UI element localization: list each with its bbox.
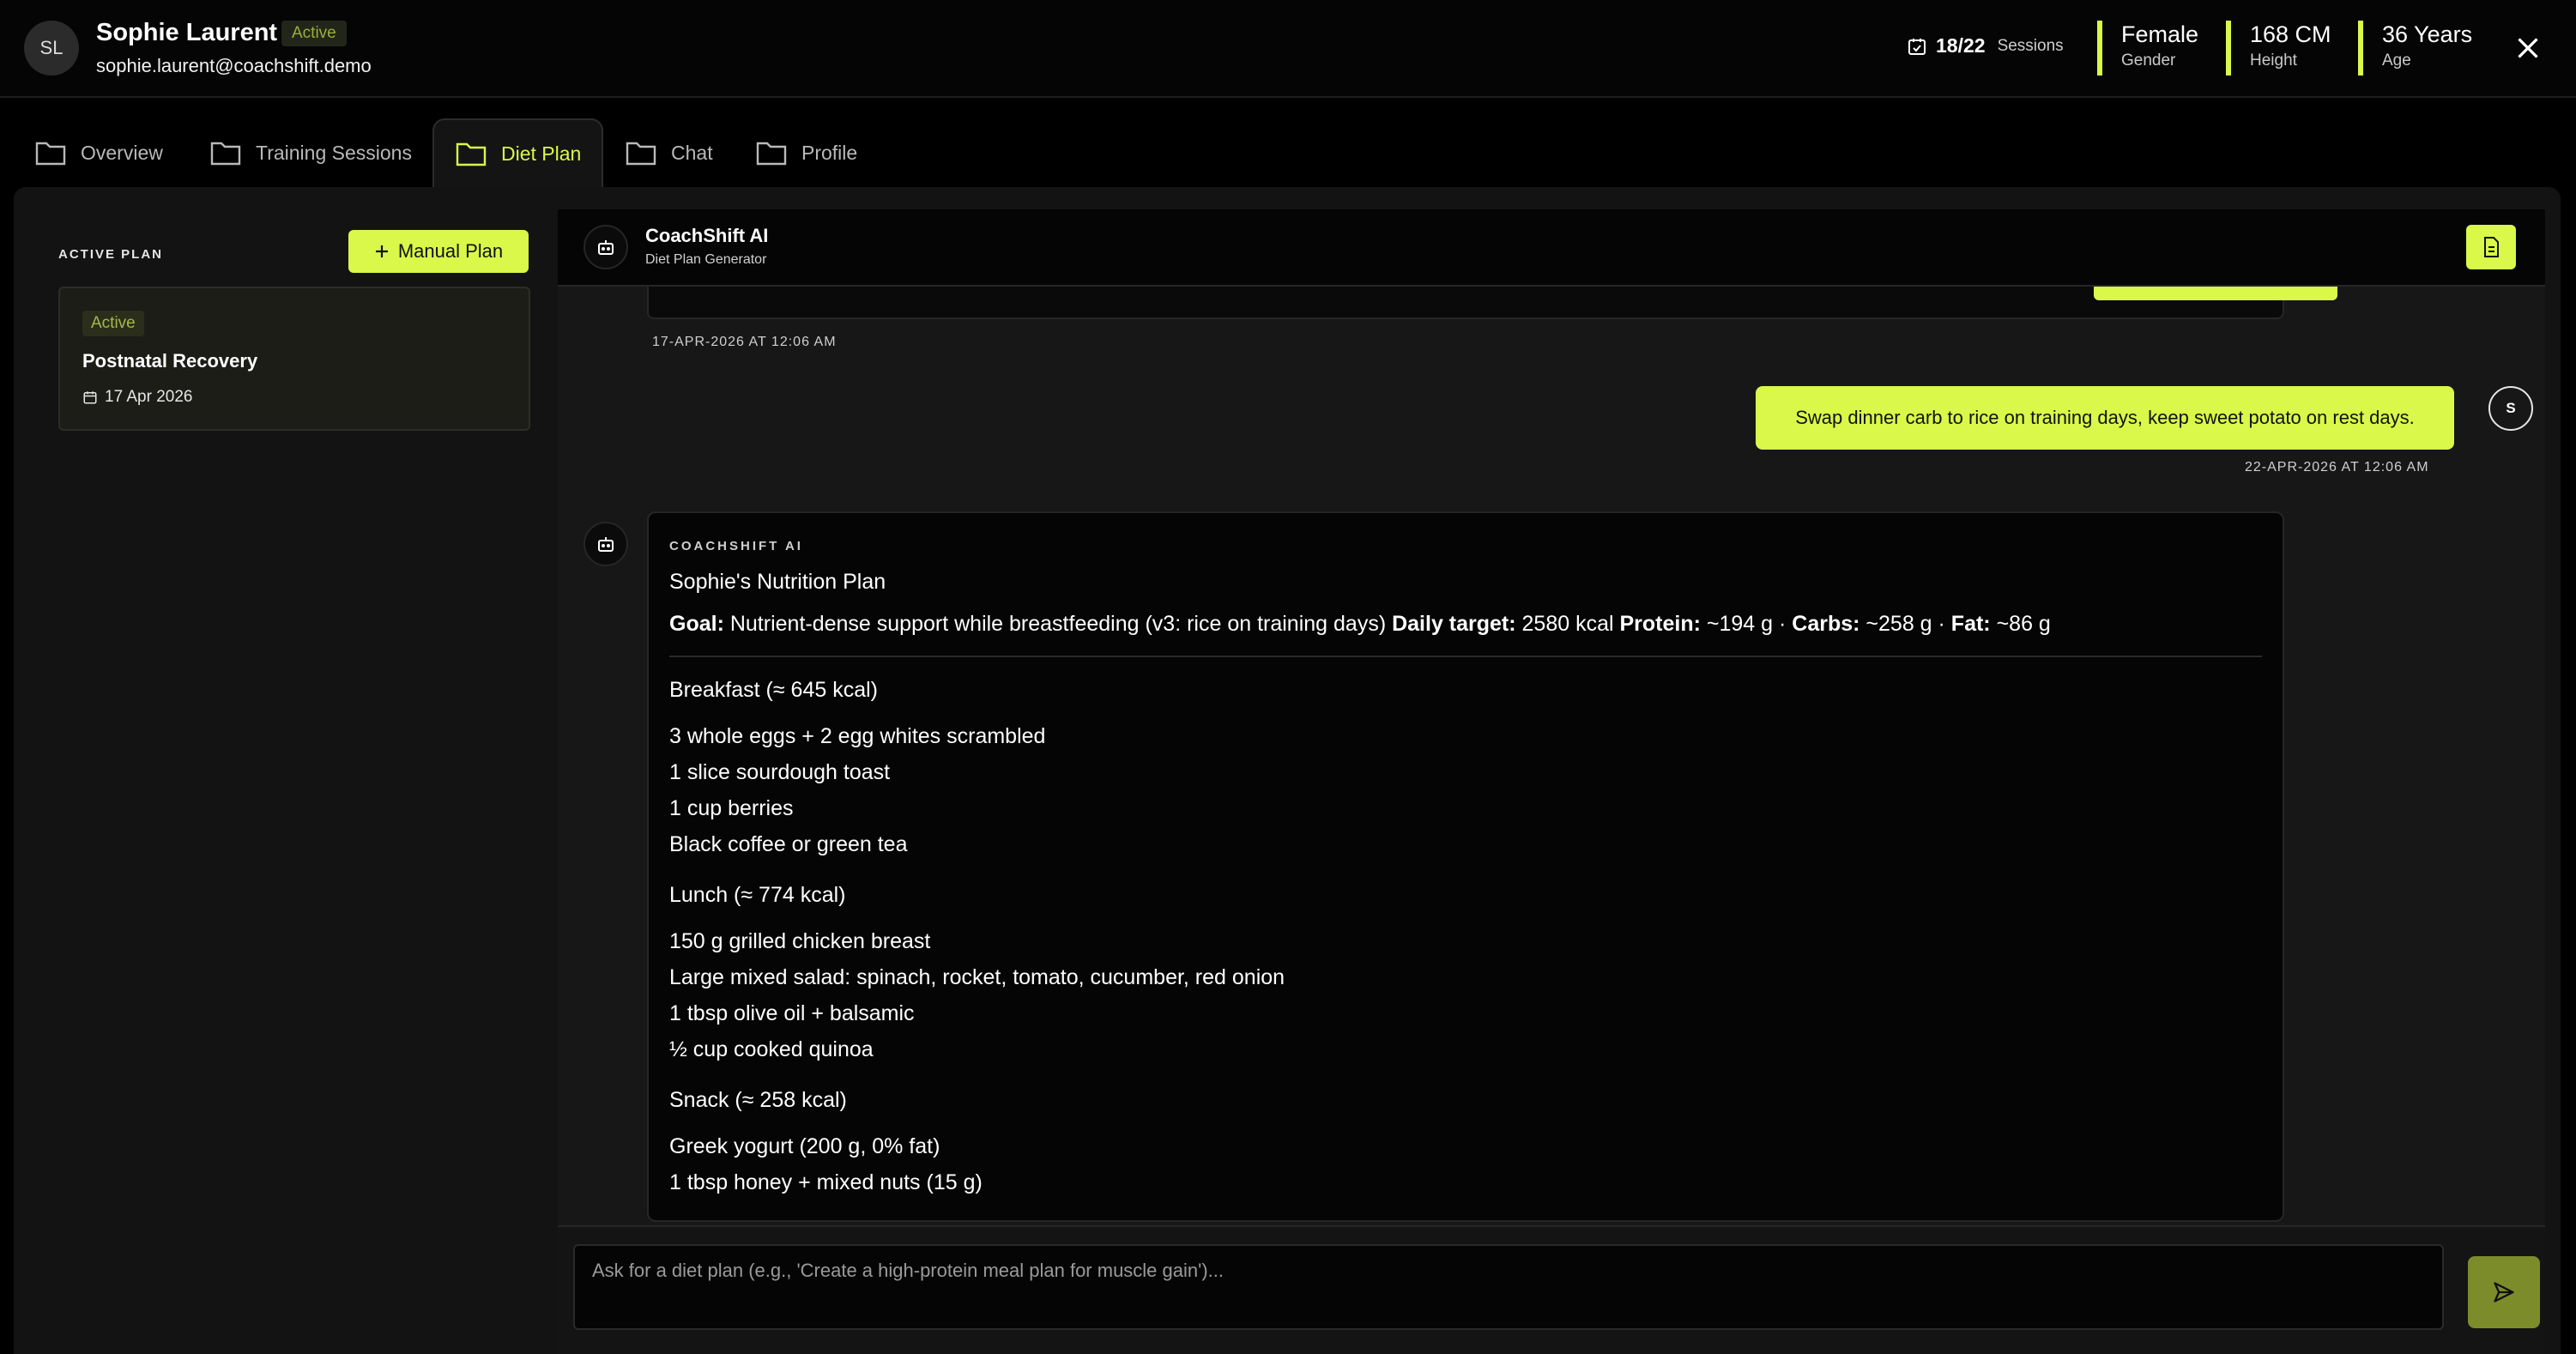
- active-plan-title: ACTIVE PLAN: [58, 247, 164, 262]
- send-icon: [2494, 1282, 2514, 1303]
- carbs-text: ~258 g ·: [1859, 612, 1951, 636]
- fat-label: Fat:: [1950, 612, 1991, 636]
- meal-item: Greek yogurt (200 g, 0% fat): [669, 1134, 940, 1158]
- meal-item: ½ cup cooked quinoa: [669, 1037, 874, 1061]
- user-email: sophie.laurent@coachshift.demo: [96, 55, 372, 76]
- meal-heading-snack: Snack (≈ 258 kcal): [669, 1088, 847, 1112]
- tab-training-sessions-label: Training Sessions: [256, 141, 412, 164]
- folder-icon: [456, 142, 487, 166]
- tab-bar: Overview Training Sessions Diet Plan Cha…: [0, 118, 2576, 187]
- meal-item: Black coffee or green tea: [669, 832, 908, 856]
- fat-text: ~86 g: [1990, 612, 2051, 636]
- chat-header: CoachShift AI Diet Plan Generator: [558, 209, 2545, 287]
- meal-heading-breakfast: Breakfast (≈ 645 kcal): [669, 678, 878, 702]
- close-icon[interactable]: [2513, 33, 2543, 63]
- ai-chat: CoachShift AI Diet Plan Generator 17-APR…: [558, 209, 2545, 1354]
- tab-overview[interactable]: Overview: [14, 118, 184, 187]
- plan-summary: Goal: Nutrient-dense support while breas…: [669, 612, 2262, 657]
- user-message: Swap dinner carb to rice on training day…: [1756, 386, 2454, 450]
- chat-header-subtitle: Diet Plan Generator: [645, 252, 767, 267]
- tab-profile-label: Profile: [801, 141, 858, 164]
- diet-plan-input[interactable]: [573, 1244, 2444, 1330]
- document-icon: [2484, 237, 2499, 257]
- calendar-icon: [1908, 38, 1926, 55]
- carbs-label: Carbs:: [1792, 612, 1860, 636]
- profile-header: SL Sophie Laurent Active sophie.laurent@…: [0, 0, 2576, 98]
- meal-item: 150 g grilled chicken breast: [669, 929, 931, 953]
- tab-diet-plan-label: Diet Plan: [501, 142, 582, 165]
- folder-icon: [210, 142, 241, 166]
- goal-label: Goal:: [669, 612, 724, 636]
- protein-label: Protein:: [1619, 612, 1701, 636]
- avatar: SL: [24, 21, 79, 76]
- bot-avatar: [584, 225, 628, 269]
- plus-icon: [375, 245, 388, 257]
- send-button[interactable]: [2468, 1256, 2540, 1328]
- ai-author: COACHSHIFT AI: [669, 539, 803, 553]
- robot-icon: [598, 537, 614, 552]
- meal-item: 1 cup berries: [669, 796, 794, 820]
- meal-item: Large mixed salad: spinach, rocket, toma…: [669, 965, 1285, 989]
- ai-message-body: Sophie's Nutrition Plan Goal: Nutrient-d…: [669, 570, 2262, 1200]
- sessions-count: 18/22: [1936, 34, 1986, 57]
- tab-profile[interactable]: Profile: [735, 118, 878, 187]
- manual-plan-button[interactable]: Manual Plan: [348, 230, 529, 273]
- height-value: 168 CM: [2250, 21, 2331, 47]
- ai-message: COACHSHIFT AI Sophie's Nutrition Plan Go…: [647, 511, 2284, 1222]
- height-stat: 168 CM Height: [2226, 21, 2331, 76]
- meal-item: 1 tbsp honey + mixed nuts (15 g): [669, 1170, 983, 1194]
- chat-header-title: CoachShift AI: [645, 225, 769, 246]
- robot-icon: [598, 240, 614, 255]
- meal-item: 3 whole eggs + 2 egg whites scrambled: [669, 724, 1046, 748]
- height-label: Height: [2250, 51, 2297, 70]
- chat-input-area: [558, 1225, 2545, 1354]
- age-value: 36 Years: [2382, 21, 2473, 47]
- tab-chat-label: Chat: [671, 141, 713, 164]
- age-stat: 36 Years Age: [2358, 21, 2472, 76]
- age-label: Age: [2382, 51, 2411, 70]
- plan-date-text: 17 Apr 2026: [105, 388, 193, 406]
- gender-label: Gender: [2121, 51, 2176, 70]
- user-name: Sophie Laurent: [96, 19, 278, 46]
- manual-plan-label: Manual Plan: [397, 240, 504, 262]
- message-timestamp: 22-APR-2026 AT 12:06 AM: [2245, 460, 2429, 475]
- plan-date: 17 Apr 2026: [82, 388, 192, 407]
- document-button[interactable]: [2466, 225, 2516, 269]
- plan-card[interactable]: Active Postnatal Recovery 17 Apr 2026: [58, 287, 530, 431]
- tab-training-sessions[interactable]: Training Sessions: [189, 118, 432, 187]
- tab-overview-label: Overview: [81, 141, 163, 164]
- meal-item: 1 tbsp olive oil + balsamic: [669, 1001, 915, 1025]
- bot-avatar: [584, 522, 628, 566]
- status-badge: Active: [281, 21, 347, 46]
- meal-heading-lunch: Lunch (≈ 774 kcal): [669, 883, 846, 907]
- target-label: Daily target:: [1392, 612, 1516, 636]
- protein-text: ~194 g ·: [1700, 612, 1793, 636]
- folder-icon: [626, 142, 656, 166]
- meal-item: 1 slice sourdough toast: [669, 760, 891, 784]
- plan-title: Postnatal Recovery: [82, 350, 258, 372]
- tab-diet-plan[interactable]: Diet Plan: [432, 118, 604, 187]
- sessions-stat: 18/22 Sessions: [1907, 34, 2064, 57]
- folder-icon: [756, 142, 787, 166]
- sessions-label: Sessions: [1997, 36, 2064, 55]
- diet-plan-panel: ACTIVE PLAN Manual Plan Active Postnatal…: [14, 187, 2561, 1354]
- folder-icon: [35, 142, 66, 166]
- target-text: 2580 kcal: [1515, 612, 1620, 636]
- plan-status-badge: Active: [82, 311, 144, 336]
- message-timestamp: 17-APR-2026 AT 12:06 AM: [652, 335, 837, 349]
- tab-chat[interactable]: Chat: [604, 118, 734, 187]
- goal-text: Nutrient-dense support while breastfeedi…: [723, 612, 1393, 636]
- plan-heading: Sophie's Nutrition Plan: [669, 570, 886, 594]
- calendar-icon: [83, 391, 97, 404]
- gender-value: Female: [2121, 21, 2199, 47]
- gender-stat: Female Gender: [2097, 21, 2198, 76]
- user-avatar: S: [2488, 386, 2533, 431]
